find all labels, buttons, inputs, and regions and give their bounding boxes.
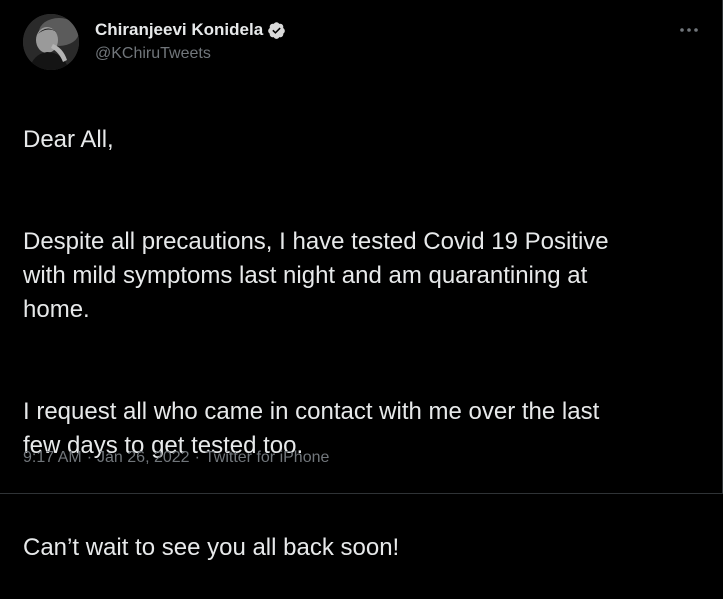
author-display-name[interactable]: Chiranjeevi Konidela	[95, 20, 263, 40]
author-avatar[interactable]	[23, 14, 79, 70]
tweet-paragraph: Despite all precautions, I have tested C…	[23, 228, 609, 323]
tweet-source[interactable]: Twitter for iPhone	[205, 449, 330, 467]
author-handle[interactable]: @KChiruTweets	[95, 45, 286, 63]
tweet-paragraph: Can’t wait to see you all back soon!	[23, 534, 400, 561]
avatar-photo-icon	[23, 14, 79, 70]
tweet-header: Chiranjeevi Konidela @KChiruTweets	[23, 14, 703, 74]
display-name-row: Chiranjeevi Konidela	[95, 19, 286, 41]
verified-badge-icon	[268, 21, 285, 39]
author-names: Chiranjeevi Konidela @KChiruTweets	[95, 19, 286, 63]
tweet-date[interactable]: Jan 26, 2022	[97, 449, 190, 467]
tweet-metadata: 9:17 AM · Jan 26, 2022 · Twitter for iPh…	[23, 449, 329, 467]
more-horizontal-icon	[680, 28, 698, 32]
tweet-card: Chiranjeevi Konidela @KChiruTweets Dear …	[0, 0, 723, 561]
meta-separator: ·	[194, 449, 200, 466]
more-options-button[interactable]	[677, 20, 701, 40]
tweet-paragraph: Dear All,	[23, 126, 114, 153]
tweet-text: Dear All, Despite all precautions, I hav…	[23, 89, 703, 599]
tweet-time[interactable]: 9:17 AM	[23, 449, 82, 467]
meta-separator: ·	[86, 449, 93, 466]
